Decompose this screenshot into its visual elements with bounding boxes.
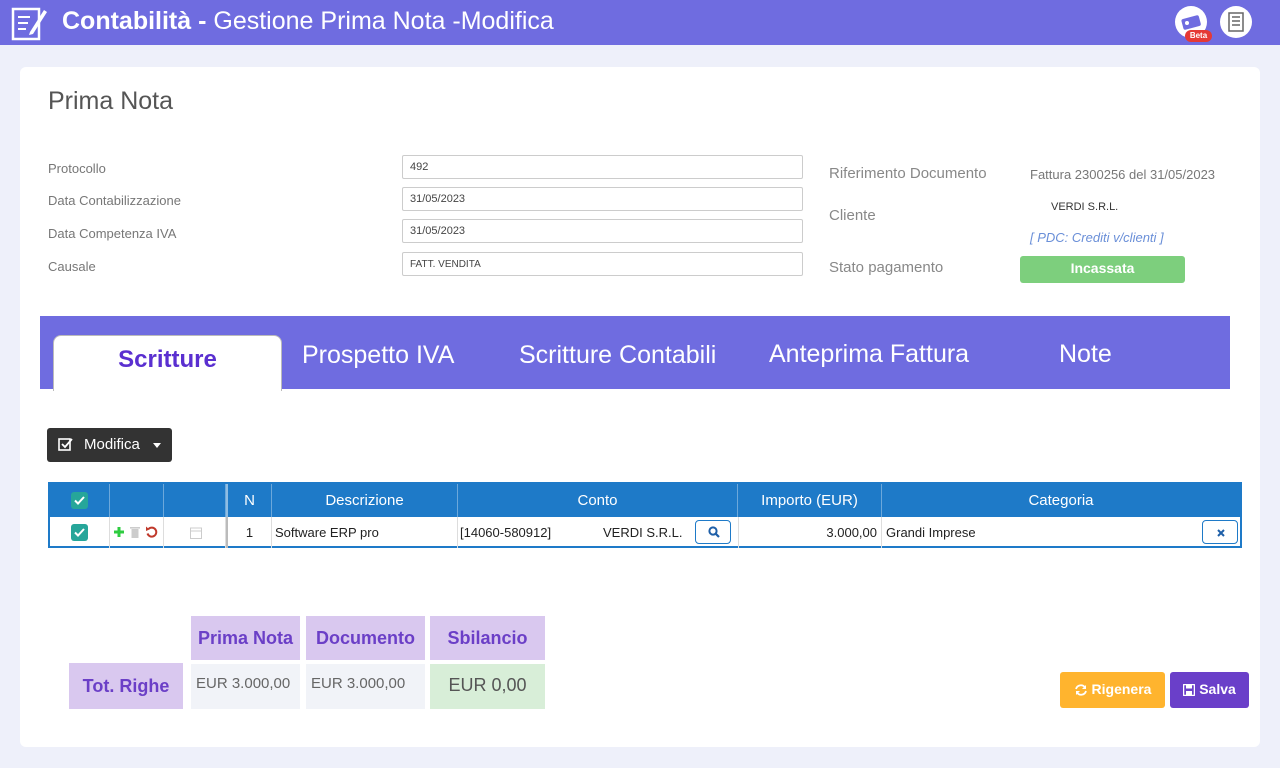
rigenera-button[interactable]: Rigenera [1060,672,1165,708]
caret-down-icon [153,443,161,448]
totals-row-label: Tot. Righe [69,663,183,709]
check-icon [74,496,85,505]
header-importo: Importo (EUR) [738,484,882,517]
calendar-icon[interactable] [190,526,202,539]
totals-sbilancio-header: Sbilancio [430,616,545,660]
tab-prospetto-iva[interactable]: Prospetto IVA [302,341,454,370]
building-icon [1228,12,1244,32]
row-select-cell [50,517,110,548]
search-icon [708,526,720,538]
table-header: N Descrizione Conto Importo (EUR) Catego… [50,484,1240,517]
tab-scritture[interactable]: Scritture [53,335,282,391]
totals-prima-nota-header: Prima Nota [191,616,300,660]
categoria-clear-button[interactable] [1202,520,1238,544]
conto-search-button[interactable] [695,520,731,544]
stato-pagamento-badge: Incassata [1020,256,1185,283]
causale-label: Causale [48,259,96,274]
title-separator: - [191,7,214,35]
protocollo-label: Protocollo [48,161,106,176]
row-date-cell [164,517,226,548]
header-actions-cell [110,484,164,517]
check-icon [74,528,85,537]
row-descrizione: Software ERP pro [272,517,458,548]
cliente-name: VERDI S.R.L. [1051,201,1119,213]
page-subtitle: Gestione Prima Nota -Modifica [213,7,554,35]
salva-label: Salva [1199,681,1236,697]
row-actions-cell [110,517,164,548]
causale-input[interactable] [402,252,803,276]
checkbox-icon [58,438,73,451]
modifica-dropdown-button[interactable]: Modifica [47,428,172,462]
header-conto: Conto [458,484,738,517]
riferimento-documento-label: Riferimento Documento [829,165,987,182]
row-checkbox[interactable] [71,524,88,541]
header-categoria: Categoria [1028,492,1094,509]
app-name: Contabilità [62,7,192,35]
save-icon [1182,683,1196,697]
header-n: N [226,484,272,517]
totals-sbilancio-value: EUR 0,00 [430,664,545,709]
undo-icon[interactable] [145,525,158,538]
totals-documento-value: EUR 3.000,00 [306,664,425,709]
row-categoria: Grandi Imprese [886,525,976,540]
trash-icon[interactable] [130,526,140,538]
header-date-cell [164,484,226,517]
row-conto-codice: [14060-580912] [460,525,552,540]
modifica-label: Modifica [84,436,140,453]
row-importo: 3.000,00 [738,517,882,548]
close-icon [1217,529,1225,537]
data-contabilizzazione-input[interactable] [402,187,803,211]
totals-documento-header: Documento [306,616,425,660]
tab-scritture-contabili[interactable]: Scritture Contabili [519,341,716,370]
page-title: Prima Nota [48,87,174,115]
totals-prima-nota-value: EUR 3.000,00 [191,664,300,709]
row-conto-nome: VERDI S.R.L. [603,525,683,540]
refresh-icon [1074,684,1087,696]
rigenera-label: Rigenera [1091,681,1152,697]
salva-button[interactable]: Salva [1170,672,1249,708]
header-select-cell [50,484,110,517]
company-button[interactable] [1220,6,1252,38]
select-all-checkbox[interactable] [71,492,88,509]
beta-badge: Beta [1185,30,1212,42]
protocollo-input[interactable] [402,155,803,179]
data-competenza-iva-input[interactable] [402,219,803,243]
app-title: Contabilità - Gestione Prima Nota -Modif… [62,7,554,36]
tab-anteprima-fattura[interactable]: Anteprima Fattura [769,340,969,369]
scritture-table: N Descrizione Conto Importo (EUR) Catego… [48,482,1242,548]
data-contabilizzazione-label: Data Contabilizzazione [48,193,181,208]
stato-pagamento-label: Stato pagamento [829,259,944,276]
edit-document-icon [11,7,47,41]
row-n: 1 [226,517,272,548]
tab-note[interactable]: Note [1059,340,1112,369]
top-bar: Contabilità - Gestione Prima Nota -Modif… [0,0,1280,45]
cliente-label: Cliente [829,207,876,224]
data-competenza-iva-label: Data Competenza IVA [48,226,177,241]
riferimento-documento-value: Fattura 2300256 del 31/05/2023 [1030,167,1216,182]
header-descrizione: Descrizione [272,484,458,517]
add-row-icon[interactable] [113,526,125,538]
cliente-pdc-link[interactable]: [ PDC: Crediti v/clienti ] [1030,230,1164,245]
